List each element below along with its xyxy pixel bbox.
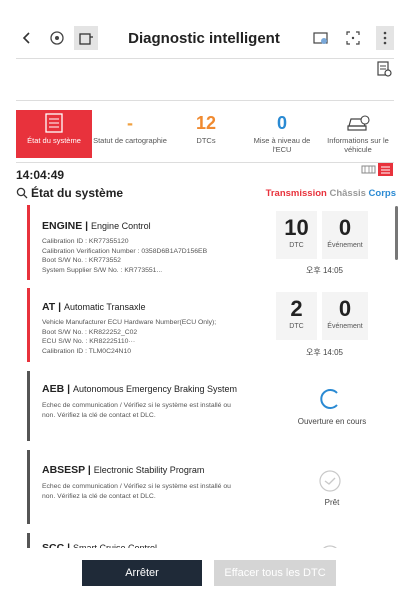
scrollbar[interactable] [395, 206, 398, 260]
tile-value: 12 [195, 113, 217, 133]
back-icon[interactable] [16, 27, 38, 49]
page-title: Diagnostic intelligent [128, 29, 280, 47]
grid-view-icon[interactable] [361, 163, 376, 176]
tile-dtcs[interactable]: 12 DTCs [168, 110, 244, 158]
tiles-bottom-divider [16, 162, 394, 163]
view-toggle [361, 163, 393, 176]
tile-label: État du système [27, 136, 81, 145]
more-menu-icon[interactable] [376, 26, 394, 50]
screen-capture-icon[interactable] [342, 27, 364, 49]
system-card-absesp[interactable]: ABSESP | Electronic Stability Program Ec… [27, 450, 389, 524]
filter-chassis[interactable]: Châssis [329, 188, 365, 199]
tile-value: 0 [276, 113, 287, 133]
system-card-aeb[interactable]: AEB | Autonomous Emergency Braking Syste… [27, 371, 389, 441]
event-count[interactable]: 0 Événement [322, 211, 368, 259]
section-header: État du système Transmission Châssis Cor… [16, 186, 396, 200]
loading-spinner-icon [320, 389, 338, 409]
tile-label: DTCs [196, 136, 216, 145]
list-view-icon[interactable] [378, 163, 393, 176]
summary-tiles: État du système - Statut de cartographie… [16, 110, 396, 158]
system-card-at[interactable]: AT | Automatic Transaxle Vehicle Manufac… [27, 288, 389, 362]
tile-label: Statut de cartographie [93, 136, 167, 145]
tile-value: - [127, 113, 133, 133]
search-icon[interactable] [16, 187, 28, 199]
event-count[interactable]: 0 Événement [322, 292, 368, 340]
card-status: Prêt [324, 498, 340, 507]
system-card-engine[interactable]: ENGINE | Engine Control Calibration ID :… [27, 205, 389, 280]
settings-vehicle-icon[interactable] [46, 27, 68, 49]
top-bar: Diagnostic intelligent [16, 22, 394, 54]
card-title: AEB | Autonomous Emergency Braking Syste… [42, 383, 238, 395]
stop-button[interactable]: Arrêter [82, 560, 202, 586]
bottom-action-bar: Arrêter Effacer tous les DTC [0, 548, 401, 599]
tile-label: Mise à niveau de l'ECU [253, 136, 311, 154]
card-title: ABSESP | Electronic Stability Program [42, 464, 205, 476]
timestamp: 14:04:49 [16, 168, 65, 182]
card-info: Echec de communication / Vérifiez si le … [42, 402, 231, 419]
card-timestamp: 오후 14:05 [306, 348, 343, 357]
card-timestamp: 오후 14:05 [306, 266, 343, 275]
clear-all-dtc-button[interactable]: Effacer tous les DTC [214, 560, 336, 586]
filter-transmission[interactable]: Transmission [266, 188, 327, 199]
card-title: ENGINE | Engine Control [42, 220, 151, 232]
dtc-count[interactable]: 2 DTC [276, 292, 317, 340]
scan-tool-icon[interactable] [74, 26, 98, 50]
report-icon[interactable] [375, 60, 393, 78]
tile-mapping-status[interactable]: - Statut de cartographie [92, 110, 168, 158]
dtc-count[interactable]: 10 DTC [276, 211, 317, 259]
tile-label: Informations sur le véhicule [327, 136, 389, 154]
card-status: Ouverture en cours [297, 417, 367, 426]
card-info: Calibration ID : KR77355120 Calibration … [42, 238, 208, 274]
header-divider [16, 58, 394, 59]
system-list-icon [45, 113, 63, 133]
vehicle-info-icon [347, 115, 370, 131]
car-battery-icon[interactable] [310, 27, 332, 49]
tile-system-status[interactable]: État du système [16, 110, 92, 158]
filter-body[interactable]: Corps [369, 188, 396, 199]
tile-ecu-upgrade[interactable]: 0 Mise à niveau de l'ECU [244, 110, 320, 158]
tile-vehicle-info[interactable]: Informations sur le véhicule [320, 110, 396, 158]
card-info: Echec de communication / Vérifiez si le … [42, 483, 231, 500]
card-title: AT | Automatic Transaxle [42, 301, 146, 313]
ready-check-icon [319, 470, 341, 492]
section-title: État du système [31, 186, 124, 200]
tiles-top-divider [16, 100, 394, 101]
card-info: Vehicle Manufacturer ECU Hardware Number… [42, 319, 217, 355]
